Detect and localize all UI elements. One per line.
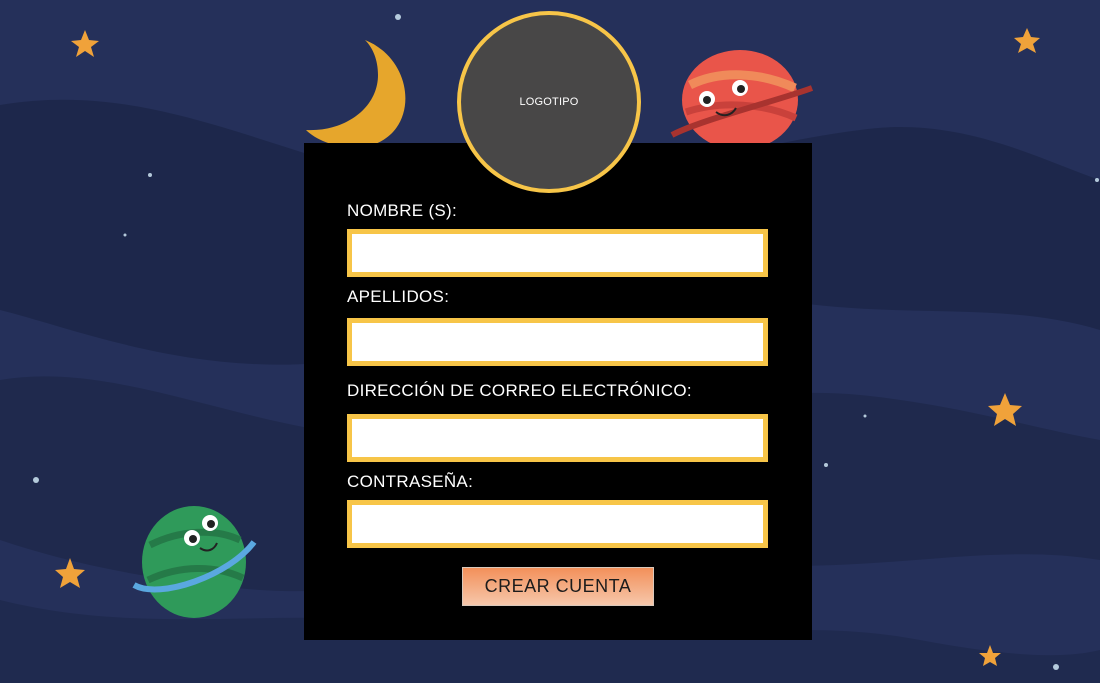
first-name-input[interactable] <box>347 229 768 277</box>
email-input[interactable] <box>347 414 768 462</box>
logo-placeholder: LOGOTIPO <box>457 11 641 193</box>
first-name-label: NOMBRE (S): <box>347 201 458 220</box>
password-label: CONTRASEÑA: <box>347 472 474 491</box>
last-name-input[interactable] <box>347 318 768 366</box>
create-account-button[interactable]: CREAR CUENTA <box>462 567 654 606</box>
logo-text: LOGOTIPO <box>519 96 579 108</box>
email-label: DIRECCIÓN DE CORREO ELECTRÓNICO: <box>347 381 692 400</box>
password-input[interactable] <box>347 500 768 548</box>
last-name-label: APELLIDOS: <box>347 287 450 306</box>
